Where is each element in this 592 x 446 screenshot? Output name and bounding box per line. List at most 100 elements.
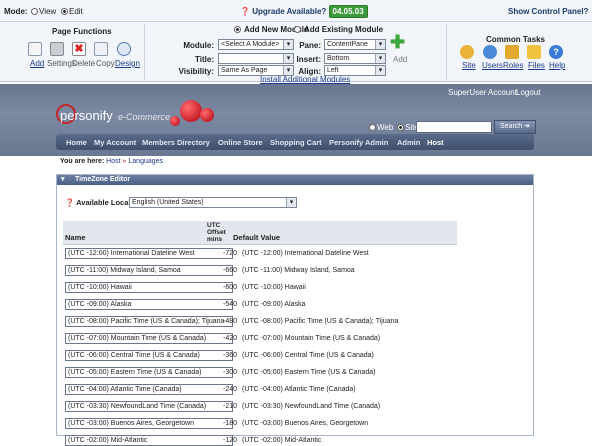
breadcrumb-host[interactable]: Host: [106, 158, 120, 165]
timezone-offset: -360: [222, 352, 237, 359]
nav-members-directory[interactable]: Members Directory: [142, 138, 210, 147]
timezone-default-value: (UTC -11:00) Midway Island, Samoa: [242, 267, 355, 274]
timezone-offset: -540: [222, 301, 237, 308]
delete-link[interactable]: Delete: [72, 59, 95, 68]
timezone-default-value: (UTC -03:30) NewfoundLand Time (Canada): [242, 403, 381, 410]
mode-edit-radio[interactable]: Edit: [60, 7, 83, 16]
help-icon: ❓: [240, 7, 250, 16]
view-label: View: [39, 7, 57, 16]
copy-link[interactable]: Copy: [96, 59, 115, 68]
timezone-offset: -120: [222, 437, 237, 444]
users-icon[interactable]: [483, 45, 497, 59]
mode-label: Mode:: [4, 7, 28, 16]
timezone-default-value: (UTC -08:00) Pacific Time (US & Canada);…: [242, 318, 399, 325]
delete-icon[interactable]: ✖: [72, 42, 86, 56]
nav-online-store[interactable]: Online Store: [218, 138, 263, 147]
timezone-default-value: (UTC -03:00) Buenos Aires, Georgetown: [242, 420, 369, 427]
web-label: Web: [377, 123, 394, 132]
nav-host[interactable]: Host: [427, 138, 444, 147]
column-header-default: Default Value: [229, 221, 457, 245]
search-web-radio[interactable]: Web: [368, 123, 393, 132]
decorative-sphere: [170, 116, 180, 126]
search-input[interactable]: [416, 121, 492, 133]
users-link[interactable]: Users: [482, 61, 503, 70]
timezone-offset: -660: [222, 267, 237, 274]
nav-home[interactable]: Home: [66, 138, 87, 147]
timezone-default-value: (UTC -02:00) Mid-Atlantic: [242, 437, 322, 444]
site-icon[interactable]: [460, 45, 474, 59]
decorative-sphere: [200, 108, 214, 122]
pane-select[interactable]: ContentPane: [324, 39, 386, 50]
copy-icon[interactable]: [94, 42, 108, 56]
version-badge: 04.05.03: [328, 5, 368, 18]
files-link[interactable]: Files: [528, 61, 545, 70]
radio-checked-icon: [234, 26, 241, 33]
timezone-offset: -240: [222, 386, 237, 393]
add-existing-module-label: Add Existing Module: [303, 25, 384, 34]
add-module-button[interactable]: Add: [393, 55, 407, 64]
upgrade-text: Upgrade Available?: [252, 7, 327, 16]
column-header-offset: UTC Offset mins: [205, 221, 229, 245]
page-functions-title: Page Functions: [52, 27, 112, 36]
edit-label: Edit: [69, 7, 83, 16]
timezone-offset: -720: [222, 250, 237, 257]
site-link[interactable]: Site: [462, 61, 476, 70]
nav-personify-admin[interactable]: Personify Admin: [329, 138, 388, 147]
visibility-label: Visibility:: [178, 67, 214, 76]
help-icon[interactable]: ❓: [65, 198, 74, 207]
timezone-offset: -600: [222, 284, 237, 291]
control-panel: Mode: View Edit ❓ Upgrade Available? 04.…: [0, 0, 592, 84]
logout-link[interactable]: Logout: [516, 88, 540, 97]
divider: [446, 24, 447, 80]
insert-select[interactable]: Bottom: [324, 53, 386, 64]
design-link[interactable]: Design: [115, 59, 140, 68]
column-header-name: Name: [63, 221, 205, 245]
logo-text: personify: [60, 108, 113, 123]
search-button[interactable]: Search ➔: [494, 120, 536, 134]
title-label: Title:: [195, 55, 214, 64]
help-link[interactable]: Help: [549, 61, 565, 70]
panel-header: ▾ TimeZone Editor: [57, 175, 533, 185]
timezone-default-value: (UTC -09:00) Alaska: [242, 301, 306, 308]
breadcrumb-prefix: You are here:: [60, 158, 105, 165]
mode-view-radio[interactable]: View: [30, 7, 56, 16]
timezone-offset: -210: [222, 403, 237, 410]
nav-my-account[interactable]: My Account: [94, 138, 136, 147]
common-tasks-title: Common Tasks: [486, 35, 545, 44]
available-locales-label: ❓ Available Locales: [65, 198, 139, 207]
main-nav: Home My Account Members Directory Online…: [56, 134, 534, 150]
breadcrumb-languages[interactable]: Languages: [128, 158, 163, 165]
radio-icon: [31, 8, 38, 15]
collapse-icon[interactable]: ▾: [61, 175, 65, 185]
add-module-plus-icon[interactable]: ✚: [390, 33, 405, 51]
breadcrumb: You are here: Host » Languages: [60, 158, 163, 165]
files-icon[interactable]: [527, 45, 541, 59]
module-label: Module:: [183, 41, 214, 50]
install-modules-link[interactable]: Install Additional Modules: [260, 75, 350, 84]
timezone-default-value: (UTC -10:00) Hawaii: [242, 284, 306, 291]
control-panel-topbar: Mode: View Edit ❓ Upgrade Available? 04.…: [0, 0, 592, 22]
divider: [144, 24, 145, 80]
roles-icon[interactable]: [505, 45, 519, 59]
locale-select[interactable]: English (United States): [129, 197, 297, 208]
roles-link[interactable]: Roles: [503, 61, 523, 70]
timezone-offset: -480: [222, 318, 237, 325]
nav-admin[interactable]: Admin: [397, 138, 420, 147]
settings-icon[interactable]: [50, 42, 64, 56]
timezone-default-value: (UTC -06:00) Central Time (US & Canada): [242, 352, 374, 359]
superuser-link[interactable]: SuperUser Account: [448, 88, 517, 97]
add-page-icon[interactable]: [28, 42, 42, 56]
upgrade-link[interactable]: ❓ Upgrade Available? 04.05.03: [240, 5, 368, 18]
timezone-editor-panel: ▾ TimeZone Editor ❓ Available Locales Eng…: [56, 174, 534, 446]
radio-checked-icon: [61, 8, 68, 15]
timezone-default-value: (UTC -04:00) Atlantic Time (Canada): [242, 386, 356, 393]
timezone-offset: -300: [222, 369, 237, 376]
decorative-sphere: [180, 100, 202, 122]
design-icon[interactable]: [117, 42, 131, 56]
show-control-panel-toggle[interactable]: Show Control Panel?: [508, 7, 588, 16]
help-icon[interactable]: ?: [549, 45, 563, 59]
nav-shopping-cart[interactable]: Shopping Cart: [270, 138, 322, 147]
timezone-default-value: (UTC -12:00) International Dateline West: [242, 250, 369, 257]
add-existing-module-radio[interactable]: Add Existing Module: [293, 25, 383, 34]
add-link[interactable]: Add: [30, 59, 44, 68]
